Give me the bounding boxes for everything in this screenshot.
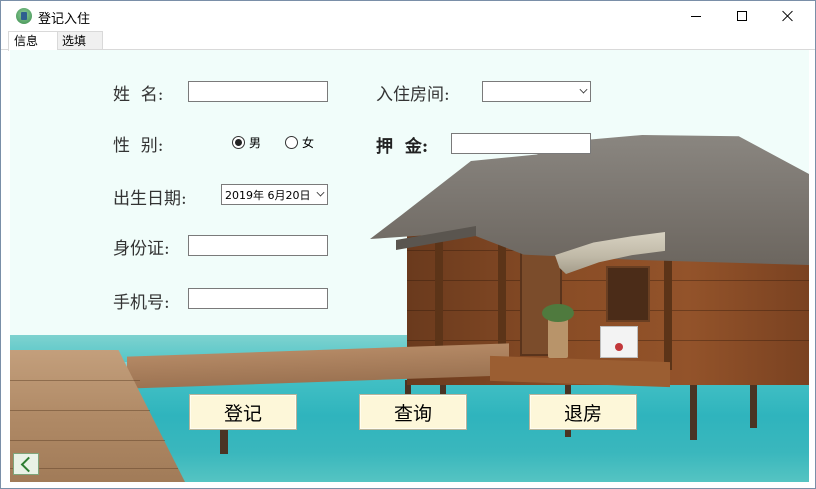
pier-line	[10, 410, 150, 411]
back-arrow-icon[interactable]	[13, 453, 39, 475]
app-window: 登记入住 信息 选填 姓 名: 性 别: 男 女 出生日期: 2019年 6月2…	[0, 0, 816, 489]
phone-input[interactable]	[188, 288, 328, 309]
radio-selected-icon	[232, 136, 245, 149]
id-card-label: 身份证:	[113, 239, 170, 259]
pier-line	[10, 440, 165, 441]
tab-info[interactable]: 信息	[8, 31, 58, 51]
maximize-icon	[737, 11, 747, 21]
name-input[interactable]	[188, 81, 328, 102]
name-label: 姓 名:	[113, 85, 164, 105]
ac-unit	[600, 326, 638, 358]
close-icon	[782, 10, 794, 22]
bungalow-window	[606, 266, 650, 322]
window-title: 登记入住	[38, 12, 91, 27]
tab-optional[interactable]: 选填	[58, 31, 103, 50]
title-bar[interactable]: 登记入住	[1, 1, 815, 31]
gender-female-label: 女	[302, 136, 315, 150]
radio-unselected-icon	[285, 136, 298, 149]
birthdate-value: 2019年 6月20日	[225, 189, 311, 202]
room-select[interactable]	[482, 81, 591, 102]
phone-label: 手机号:	[113, 293, 170, 313]
stilt	[220, 428, 228, 454]
register-button[interactable]: 登记	[189, 394, 297, 430]
hotel-app-icon	[16, 8, 32, 24]
gender-label: 性 别:	[113, 136, 164, 156]
stilt	[690, 380, 697, 440]
minimize-button[interactable]	[673, 1, 719, 31]
gender-female-radio[interactable]: 女	[285, 134, 314, 151]
gender-male-radio[interactable]: 男	[232, 134, 261, 151]
close-button[interactable]	[765, 1, 811, 31]
query-button[interactable]: 查询	[359, 394, 467, 430]
tab-content: 姓 名: 性 别: 男 女 出生日期: 2019年 6月20日 身份证: 手机号…	[10, 50, 809, 482]
stilt	[750, 380, 757, 428]
maximize-button[interactable]	[719, 1, 765, 31]
deposit-input[interactable]	[451, 133, 591, 154]
birthdate-label: 出生日期:	[113, 189, 187, 209]
pier-line	[10, 380, 140, 381]
birthdate-picker[interactable]: 2019年 6月20日	[221, 184, 328, 205]
chevron-down-icon	[316, 188, 325, 197]
id-card-input[interactable]	[188, 235, 328, 256]
checkout-button[interactable]: 退房	[529, 394, 637, 430]
tab-strip: 信息 选填	[1, 31, 815, 51]
potted-plant	[542, 304, 574, 358]
deposit-label: 押 金:	[376, 137, 429, 157]
chevron-down-icon	[579, 85, 588, 94]
gender-male-label: 男	[249, 136, 262, 150]
minimize-icon	[691, 15, 701, 17]
room-label: 入住房间:	[376, 85, 450, 105]
